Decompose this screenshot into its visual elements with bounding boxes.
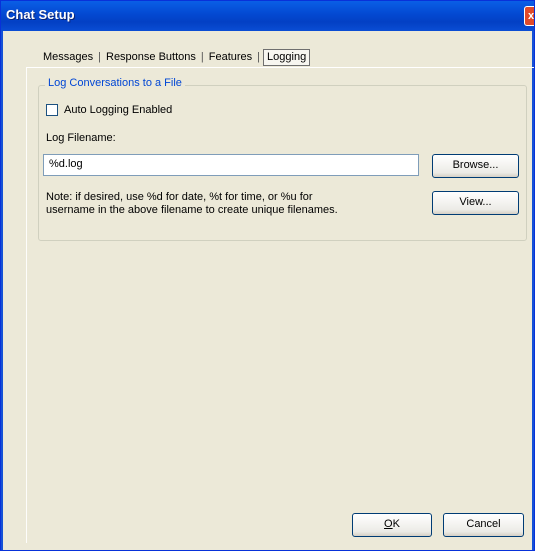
cancel-button[interactable]: Cancel: [443, 513, 524, 537]
ok-label-rest: K: [392, 518, 400, 530]
tab-separator: |: [257, 51, 261, 63]
title-bar[interactable]: Chat Setup x: [1, 1, 534, 31]
tab-response-buttons[interactable]: Response Buttons: [104, 51, 198, 63]
auto-logging-checkbox[interactable]: [46, 104, 58, 116]
auto-logging-label[interactable]: Auto Logging Enabled: [64, 104, 172, 116]
tab-logging[interactable]: Logging: [263, 48, 311, 66]
view-button[interactable]: View...: [432, 191, 519, 215]
auto-logging-option[interactable]: Auto Logging Enabled: [46, 104, 172, 116]
note-line: username in the above filename to create…: [46, 204, 338, 216]
note-line: Note: if desired, use %d for date, %t fo…: [46, 191, 313, 203]
ok-button[interactable]: OK: [352, 513, 432, 537]
ok-accelerator: O: [384, 518, 393, 530]
tab-features[interactable]: Features: [207, 51, 254, 63]
filename-note: Note: if desired, use %d for date, %t fo…: [46, 191, 416, 217]
browse-button[interactable]: Browse...: [432, 154, 519, 178]
window-border-left: [1, 31, 3, 550]
log-filename-input[interactable]: %d.log: [43, 154, 419, 176]
close-icon[interactable]: x: [524, 6, 534, 26]
tab-messages[interactable]: Messages: [41, 51, 95, 63]
chat-setup-window: Chat Setup x Messages | Response Buttons…: [0, 0, 535, 551]
log-filename-label: Log Filename:: [46, 132, 116, 144]
window-title: Chat Setup: [6, 7, 75, 22]
tab-strip: Messages | Response Buttons | Features |…: [41, 48, 311, 66]
tab-separator: |: [200, 51, 204, 63]
group-title: Log Conversations to a File: [45, 77, 185, 89]
tab-separator: |: [98, 51, 101, 63]
